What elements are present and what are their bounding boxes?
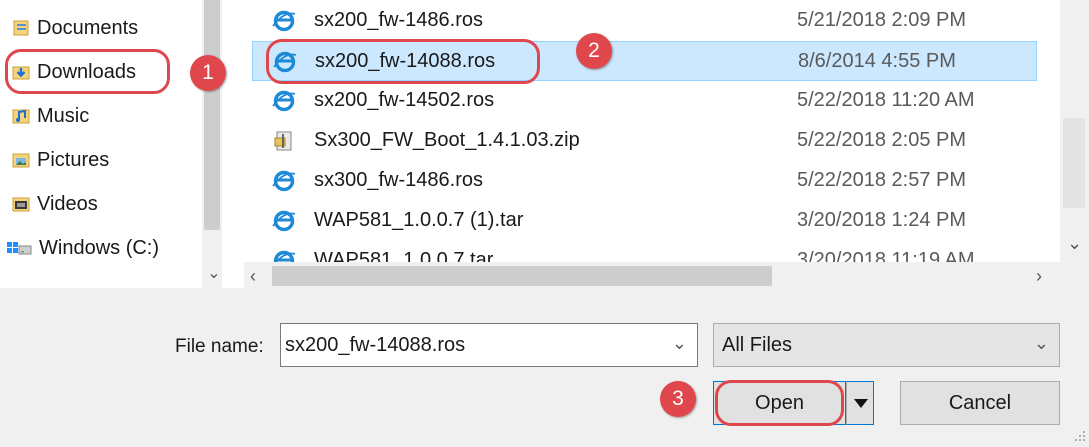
scroll-corner [1060, 262, 1089, 290]
file-row[interactable]: sx200_fw-14502.ros 5/22/2018 11:20 AM [252, 81, 1037, 121]
callout-ring-open [715, 380, 844, 426]
file-name-combobox[interactable]: ⌄ [280, 323, 698, 367]
scroll-left-icon[interactable]: ‹ [250, 263, 266, 289]
file-name: sx300_fw-1486.ros [314, 169, 483, 191]
file-name: Sx300_FW_Boot_1.4.1.03.zip [314, 129, 580, 151]
documents-folder-icon [12, 19, 30, 37]
file-name-label: File name: [175, 336, 264, 357]
callout-number: 1 [190, 55, 226, 91]
file-date: 5/22/2018 2:05 PM [797, 129, 967, 151]
file-date: 5/22/2018 11:20 AM [797, 89, 975, 111]
file-date: 5/22/2018 2:57 PM [797, 169, 967, 191]
cancel-button[interactable]: Cancel [900, 381, 1060, 425]
drive-icon [6, 239, 32, 257]
nav-scrollbar-thumb[interactable] [204, 0, 220, 230]
file-row[interactable]: WAP581_1.0.0.7.tar 3/20/2018 11:19 AM [252, 241, 1037, 262]
file-name: sx200_fw-14502.ros [314, 89, 495, 111]
file-date: 3/20/2018 11:19 AM [797, 249, 975, 262]
nav-item-label: Music [37, 104, 90, 127]
file-name: sx200_fw-1486.ros [314, 9, 483, 31]
callout-ring-selected-file [266, 39, 540, 84]
file-row[interactable]: sx200_fw-1486.ros 5/21/2018 2:09 PM [252, 1, 1037, 41]
nav-item-label: Documents [37, 16, 139, 39]
callout-number: 3 [660, 381, 696, 417]
file-name-input[interactable] [285, 334, 645, 357]
dropdown-arrow-icon [854, 399, 868, 408]
nav-item-music[interactable]: Music [12, 100, 89, 132]
file-date: 5/21/2018 2:09 PM [797, 9, 967, 31]
nav-scroll-down-icon[interactable]: ⌄ [206, 264, 222, 284]
resize-grip-icon[interactable] [1072, 428, 1086, 442]
file-row[interactable]: WAP581_1.0.0.7 (1).tar 3/20/2018 1:24 PM [252, 201, 1037, 241]
nav-item-label: Windows (C:) [39, 236, 160, 259]
videos-folder-icon [12, 195, 30, 213]
horizontal-scrollbar-thumb[interactable] [272, 266, 772, 286]
ie-file-icon [272, 9, 296, 33]
chevron-down-icon[interactable]: ⌄ [672, 333, 687, 354]
file-type-select[interactable]: All Files ⌄ [713, 323, 1060, 367]
ie-file-icon [272, 209, 296, 233]
callout-ring-downloads [5, 49, 170, 94]
nav-item-label: Pictures [37, 148, 110, 171]
chevron-down-icon[interactable]: ⌄ [1034, 333, 1049, 354]
ie-file-icon [272, 249, 296, 262]
file-list-scrollbar-thumb[interactable] [1063, 118, 1085, 208]
scroll-right-icon[interactable]: › [1036, 263, 1052, 289]
zip-file-icon [272, 129, 296, 153]
file-row[interactable]: Sx300_FW_Boot_1.4.1.03.zip 5/22/2018 2:0… [252, 121, 1037, 161]
nav-item-documents[interactable]: Documents [12, 12, 138, 44]
ie-file-icon [272, 89, 296, 113]
file-row[interactable]: sx300_fw-1486.ros 5/22/2018 2:57 PM [252, 161, 1037, 201]
nav-item-videos[interactable]: Videos [12, 188, 98, 220]
file-list-scroll-down-icon[interactable]: ⌄ [1060, 232, 1089, 254]
nav-item-pictures[interactable]: Pictures [12, 144, 109, 176]
file-date: 8/6/2014 4:55 PM [798, 50, 956, 72]
open-split-dropdown-button[interactable] [846, 381, 874, 425]
file-date: 3/20/2018 1:24 PM [797, 209, 967, 231]
file-name: WAP581_1.0.0.7 (1).tar [314, 209, 524, 231]
pictures-folder-icon [12, 151, 30, 169]
music-folder-icon [12, 107, 30, 125]
callout-number: 2 [576, 33, 612, 69]
nav-item-label: Videos [37, 192, 98, 215]
ie-file-icon [272, 169, 296, 193]
file-type-value: All Files [722, 334, 793, 356]
nav-item-windows-c[interactable]: Windows (C:) [6, 232, 159, 264]
file-name: WAP581_1.0.0.7.tar [314, 249, 494, 262]
